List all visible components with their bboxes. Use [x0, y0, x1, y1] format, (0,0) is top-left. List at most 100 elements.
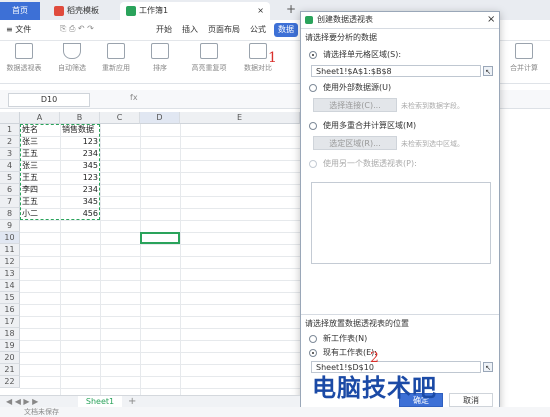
consolidate-button[interactable]: 合并计算	[504, 43, 544, 73]
menu-start[interactable]: 开始	[156, 23, 172, 37]
row-header[interactable]: 12	[0, 256, 20, 268]
menu-data[interactable]: 数据	[274, 23, 298, 37]
ribbon-label: 重新应用	[102, 64, 130, 72]
row-header[interactable]: 13	[0, 268, 20, 280]
active-cell-d10[interactable]	[140, 232, 180, 244]
dialog-title: 创建数据透视表	[317, 15, 373, 24]
auto-filter-button[interactable]: 自动筛选	[52, 43, 92, 73]
menu-page-layout[interactable]: 页面布局	[208, 23, 240, 37]
row-gridline	[20, 364, 300, 365]
column-header[interactable]: A	[20, 112, 60, 124]
menu-formula[interactable]: 公式	[250, 23, 266, 37]
sheet-nav-arrows[interactable]: ◀ ◀ ▶ ▶	[6, 397, 38, 406]
sort-button[interactable]: 排序	[140, 43, 180, 73]
row-header[interactable]: 8	[0, 208, 20, 220]
row-header[interactable]: 3	[0, 148, 20, 160]
watermark: 电脑技术吧	[312, 374, 437, 402]
spreadsheet-grid[interactable]: A B C D E 1 2 3 4 5 6 7 8 9 10 11 12 13 14 15 16 17 18 19 2…	[0, 112, 301, 395]
sheet-tab[interactable]: Sheet1	[78, 396, 122, 407]
row-header[interactable]: 7	[0, 196, 20, 208]
cancel-button[interactable]: 取消	[449, 393, 493, 407]
name-box[interactable]: D10	[8, 93, 90, 107]
filter-icon	[63, 43, 81, 59]
reapply-button[interactable]: 重新应用	[96, 43, 136, 73]
row-header[interactable]: 9	[0, 220, 20, 232]
row-header[interactable]: 15	[0, 292, 20, 304]
menu-file[interactable]: ≡ 文件	[6, 23, 31, 37]
row-header[interactable]: 22	[0, 376, 20, 388]
row-header[interactable]: 18	[0, 328, 20, 340]
row-gridline	[20, 340, 300, 341]
row-gridline	[20, 292, 300, 293]
add-tab-button[interactable]: +	[286, 2, 296, 16]
pivot-table-icon	[15, 43, 33, 59]
row-header[interactable]: 4	[0, 160, 20, 172]
tab-daoke[interactable]: 稻壳模板	[48, 2, 118, 20]
area-hint: 未检索到选中区域。	[401, 140, 464, 148]
radio-select-range[interactable]	[309, 51, 317, 59]
app-icon	[305, 16, 313, 24]
ribbon-label: 自动筛选	[58, 64, 86, 72]
radio-another-pivot[interactable]	[309, 160, 317, 168]
close-icon[interactable]: ×	[487, 12, 495, 28]
column-header[interactable]: E	[180, 112, 300, 124]
sort-icon	[151, 43, 169, 59]
radio-existing-sheet-label: 现有工作表(E):	[323, 348, 377, 357]
row-header[interactable]: 10	[0, 232, 20, 244]
menu-insert[interactable]: 插入	[182, 23, 198, 37]
highlight-duplicates-button[interactable]: 高亮重复项	[186, 43, 232, 73]
row-gridline	[20, 280, 300, 281]
column-header[interactable]: B	[60, 112, 100, 124]
tab-label: 工作簿1	[139, 6, 169, 15]
row-header[interactable]: 5	[0, 172, 20, 184]
radio-select-range-label: 请选择单元格区域(S):	[323, 50, 402, 59]
ribbon-label: 合并计算	[510, 64, 538, 72]
row-gridline	[20, 244, 300, 245]
row-header[interactable]: 14	[0, 280, 20, 292]
add-sheet-button[interactable]: +	[128, 396, 136, 407]
consolidate-icon	[515, 43, 533, 59]
choose-connection-button[interactable]: 选择连接(C)...	[313, 98, 397, 112]
section-data-source: 请选择要分析的数据	[305, 33, 377, 42]
quick-access-toolbar[interactable]: ⎘ ⎙ ↶ ↷	[60, 24, 130, 34]
row-header[interactable]: 20	[0, 352, 20, 364]
radio-another-pivot-label: 使用另一个数据透视表(P):	[323, 159, 417, 168]
row-gridline	[20, 220, 300, 221]
pivot-table-button[interactable]: 数据透视表	[4, 43, 44, 73]
reapply-icon	[107, 43, 125, 59]
range-input[interactable]: Sheet1!$A$1:$B$8	[311, 65, 481, 77]
highlight-icon	[200, 43, 218, 59]
fx-icon[interactable]: fx	[130, 93, 138, 102]
row-gridline	[20, 328, 300, 329]
range-picker-icon[interactable]: ↖	[483, 66, 493, 76]
radio-existing-sheet[interactable]	[309, 349, 317, 357]
row-header[interactable]: 1	[0, 124, 20, 136]
location-picker-icon[interactable]: ↖	[483, 362, 493, 372]
column-header[interactable]: D	[140, 112, 180, 124]
close-icon[interactable]: ×	[257, 2, 264, 20]
choose-area-button[interactable]: 选定区域(R)...	[313, 136, 397, 150]
dialog-title-bar: 创建数据透视表 ×	[301, 12, 499, 29]
row-header[interactable]: 6	[0, 184, 20, 196]
status-text: 文档未保存	[24, 408, 59, 416]
radio-external-source[interactable]	[309, 84, 317, 92]
row-header[interactable]: 2	[0, 136, 20, 148]
ribbon-label: 高亮重复项	[191, 64, 227, 72]
tab-home[interactable]: 首页	[0, 2, 40, 20]
radio-new-sheet[interactable]	[309, 335, 317, 343]
row-gridline	[20, 388, 300, 389]
row-header[interactable]: 21	[0, 364, 20, 376]
pivot-list-box[interactable]	[311, 182, 491, 264]
row-header[interactable]: 19	[0, 340, 20, 352]
row-header[interactable]: 11	[0, 244, 20, 256]
radio-external-source-label: 使用外部数据源(U)	[323, 83, 392, 92]
row-header[interactable]: 16	[0, 304, 20, 316]
workbook-icon	[126, 5, 136, 16]
annotation-number-2: 2	[370, 350, 379, 366]
column-header[interactable]: C	[100, 112, 140, 124]
radio-multi-consolidate[interactable]	[309, 122, 317, 130]
row-gridline	[20, 256, 300, 257]
row-header[interactable]: 17	[0, 316, 20, 328]
select-all-corner[interactable]	[0, 112, 20, 124]
tab-workbook[interactable]: 工作簿1 ×	[120, 2, 270, 20]
